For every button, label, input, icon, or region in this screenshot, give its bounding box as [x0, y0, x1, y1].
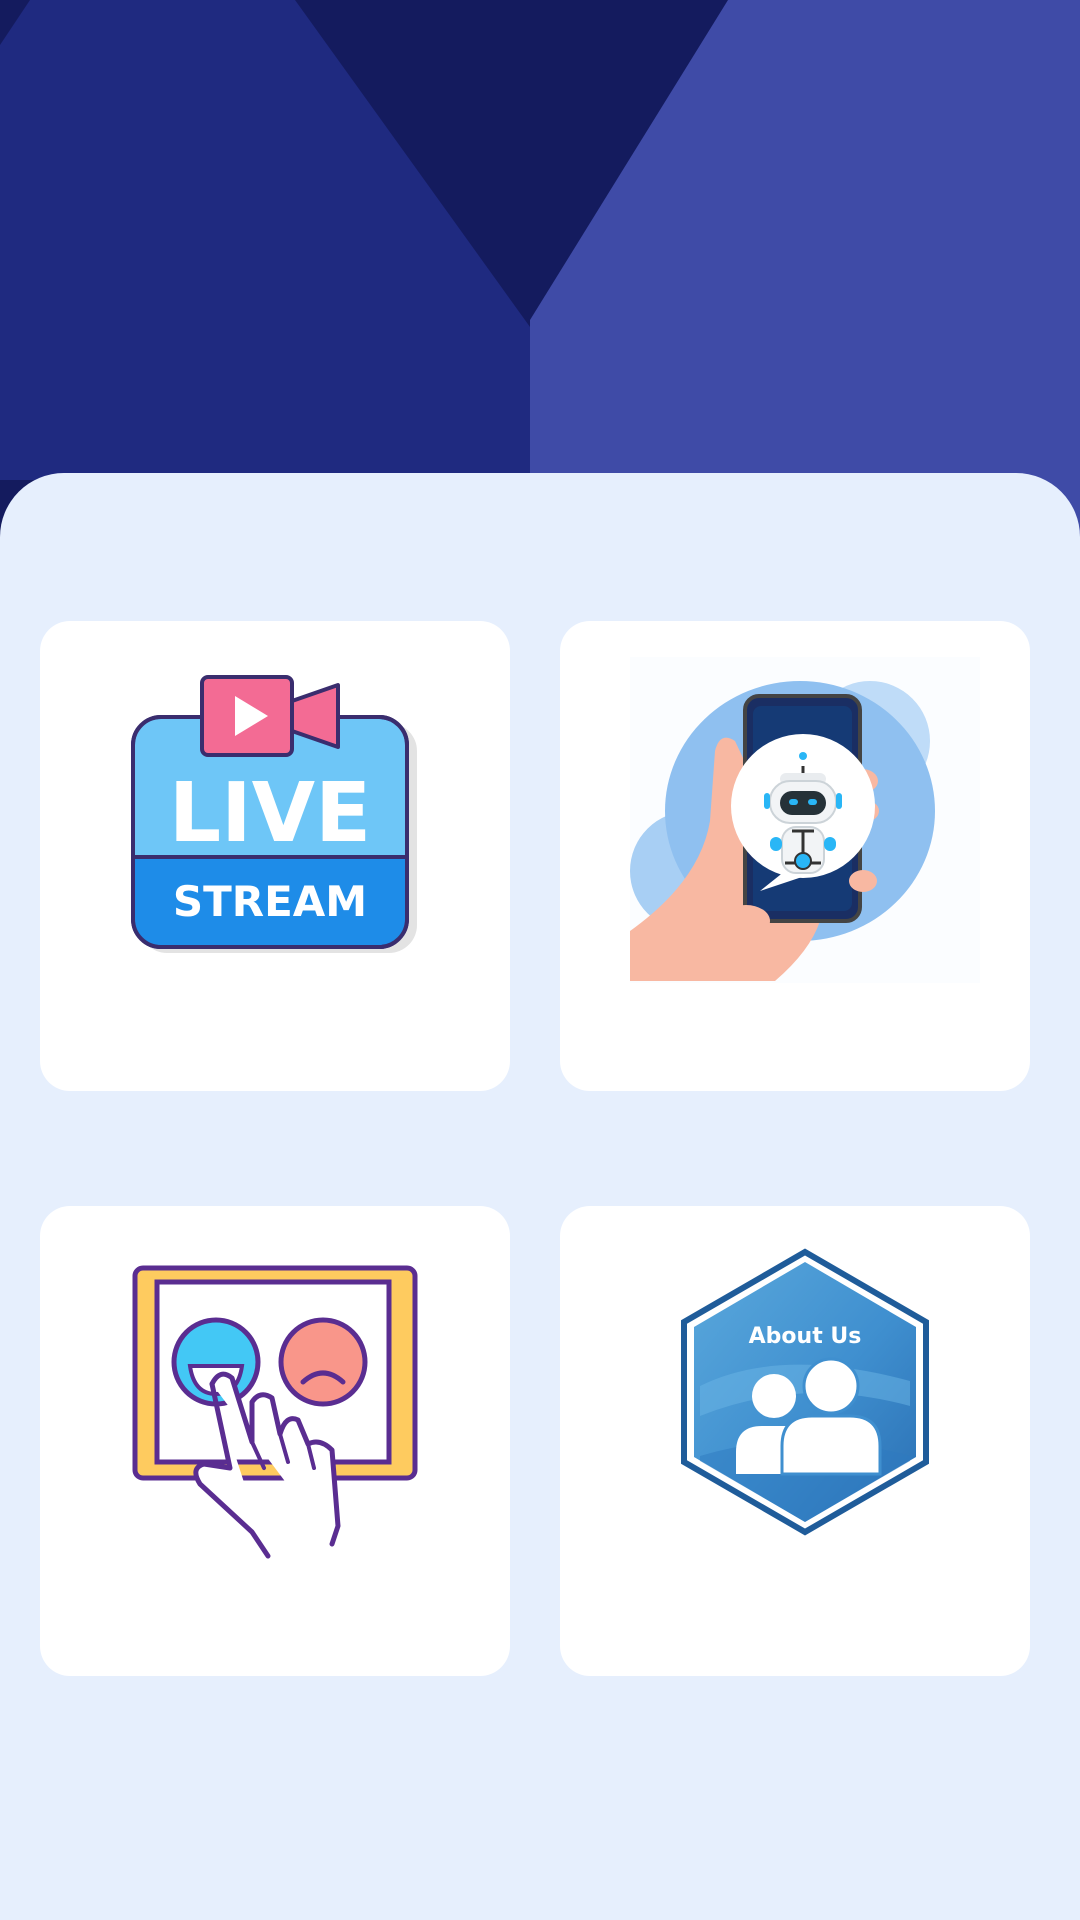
stream-label: STREAM	[173, 877, 367, 926]
chatbot-card[interactable]	[560, 621, 1030, 1091]
live-stream-card[interactable]: LIVE STREAM	[40, 621, 510, 1091]
about-us-label: About Us	[749, 1324, 862, 1349]
chatbot-phone-icon	[630, 657, 980, 983]
feedback-card[interactable]	[40, 1206, 510, 1676]
live-label: LIVE	[169, 766, 371, 861]
about-us-card[interactable]: About Us	[560, 1206, 1030, 1676]
feedback-rating-icon	[132, 1265, 418, 1559]
live-stream-icon: LIVE STREAM	[131, 675, 417, 953]
about-us-hexagon-icon: About Us	[681, 1248, 929, 1536]
